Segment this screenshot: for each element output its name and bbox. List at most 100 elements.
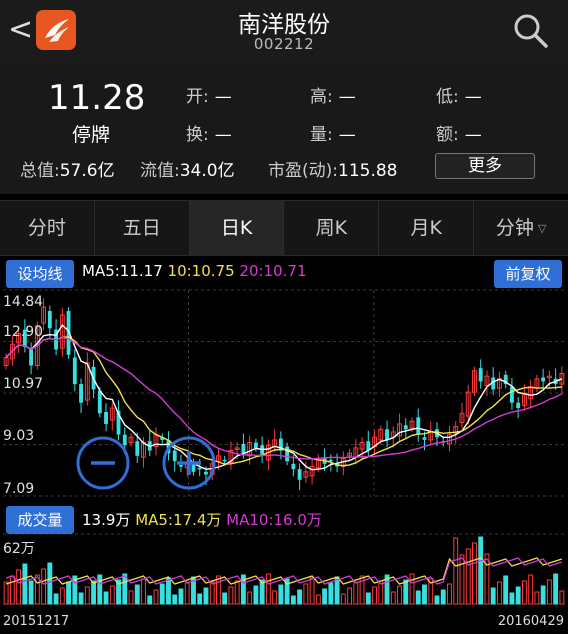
volume-bar: [496, 581, 502, 605]
volume-bar: [397, 585, 402, 605]
candle: [135, 441, 140, 456]
volume-bar: [540, 585, 546, 605]
volume-bar: [322, 588, 328, 605]
volume-bar: [528, 574, 534, 605]
candle: [253, 442, 258, 448]
y-tick-label: 9.03: [3, 428, 35, 444]
volume-bar: [403, 579, 409, 605]
volume-bar: [9, 575, 15, 605]
candle: [47, 310, 52, 329]
candle: [204, 471, 208, 475]
volume-button[interactable]: 成交量: [6, 506, 74, 534]
volume-bar: [409, 573, 415, 605]
y-tick-label: 7.09: [3, 481, 35, 497]
volume-bar: [3, 581, 9, 605]
volume-bar: [234, 580, 240, 605]
volume-bar: [353, 581, 359, 605]
volume-bar: [141, 578, 146, 605]
candle: [285, 446, 290, 462]
volume-bar: [559, 590, 565, 605]
candle: [291, 463, 296, 470]
volume-bar: [372, 586, 377, 605]
volume-bar: [66, 581, 72, 605]
volume-bar: [147, 595, 153, 605]
volume-bar: [297, 589, 303, 605]
volume-bar: [28, 580, 34, 605]
start-date: 20151217: [3, 614, 70, 629]
ma-settings-button[interactable]: 设均线: [6, 260, 74, 288]
zoom-in-icon[interactable]: [162, 436, 216, 490]
candle: [297, 469, 302, 480]
candle: [79, 384, 83, 403]
candle: [172, 450, 177, 462]
volume-bar: [478, 536, 484, 605]
volume-bar: [53, 593, 59, 605]
volume-bar: [415, 590, 421, 605]
volume-bar: [503, 575, 509, 605]
candle: [104, 412, 108, 424]
ma20-value: 20:10.71: [239, 262, 307, 280]
volume-bar: [553, 573, 559, 605]
candle: [385, 429, 389, 440]
volume-bar: [109, 585, 115, 605]
volume-bar: [222, 592, 228, 605]
volume-bar: [465, 548, 471, 605]
volume-bar: [103, 591, 109, 605]
volume-bar: [91, 580, 96, 605]
volume-bar: [247, 591, 253, 605]
volume-bar: [347, 587, 353, 605]
volume-bar: [128, 590, 134, 605]
candle: [328, 459, 333, 462]
volume-bar: [253, 585, 259, 605]
volume-bar: [390, 591, 396, 605]
candle: [509, 386, 514, 403]
volume-bar: [453, 537, 459, 605]
volume-bar: [328, 582, 334, 605]
volume-bar: [178, 588, 184, 605]
candle: [422, 437, 427, 440]
candle: [122, 434, 127, 446]
candle: [97, 390, 102, 414]
y-tick-label: 10.97: [3, 376, 44, 392]
volume-bar: [215, 575, 221, 605]
candle: [478, 368, 483, 382]
volume-bar: [59, 587, 65, 605]
volume-bar: [484, 553, 490, 605]
volume-ma10: MA10:16.0万: [226, 511, 322, 529]
candle: [416, 417, 421, 435]
volume-bar: [490, 587, 496, 605]
volume-bar: [447, 583, 452, 605]
volume-bar: [272, 590, 278, 605]
volume-bar: [47, 562, 53, 605]
adjust-button[interactable]: 前复权: [494, 260, 562, 288]
volume-bar: [159, 583, 165, 605]
volume-legend: 13.9万 MA5:17.4万 MA10:16.0万: [82, 509, 322, 530]
y-tick-label: 12.90: [3, 324, 44, 340]
volume-bar: [22, 563, 28, 605]
volume-bar: [122, 573, 128, 605]
volume-bar: [309, 577, 315, 605]
volume-bar: [172, 594, 178, 605]
candle: [72, 357, 77, 385]
volume-bar: [197, 593, 203, 605]
volume-bar: [134, 584, 140, 605]
y-tick-label: 14.84: [3, 294, 44, 310]
kline-chart[interactable]: [0, 0, 568, 634]
volume-bar: [521, 580, 527, 605]
volume-bar: [534, 591, 540, 605]
volume-bar: [459, 554, 465, 605]
volume-ma5: MA5:17.4万: [135, 511, 222, 529]
volume-bar: [265, 573, 271, 605]
volume-bar: [78, 592, 84, 605]
ma10-value: 10:10.75: [167, 262, 235, 280]
ma5-value: MA5:11.17: [82, 262, 163, 280]
volume-bar: [209, 581, 215, 605]
zoom-out-icon[interactable]: [76, 436, 130, 490]
candle: [516, 402, 521, 409]
volume-bar: [515, 586, 521, 605]
volume-bar: [97, 574, 103, 605]
candle: [241, 443, 246, 454]
volume-bar: [472, 542, 477, 605]
volume-bar: [16, 569, 22, 605]
candle: [29, 349, 34, 366]
